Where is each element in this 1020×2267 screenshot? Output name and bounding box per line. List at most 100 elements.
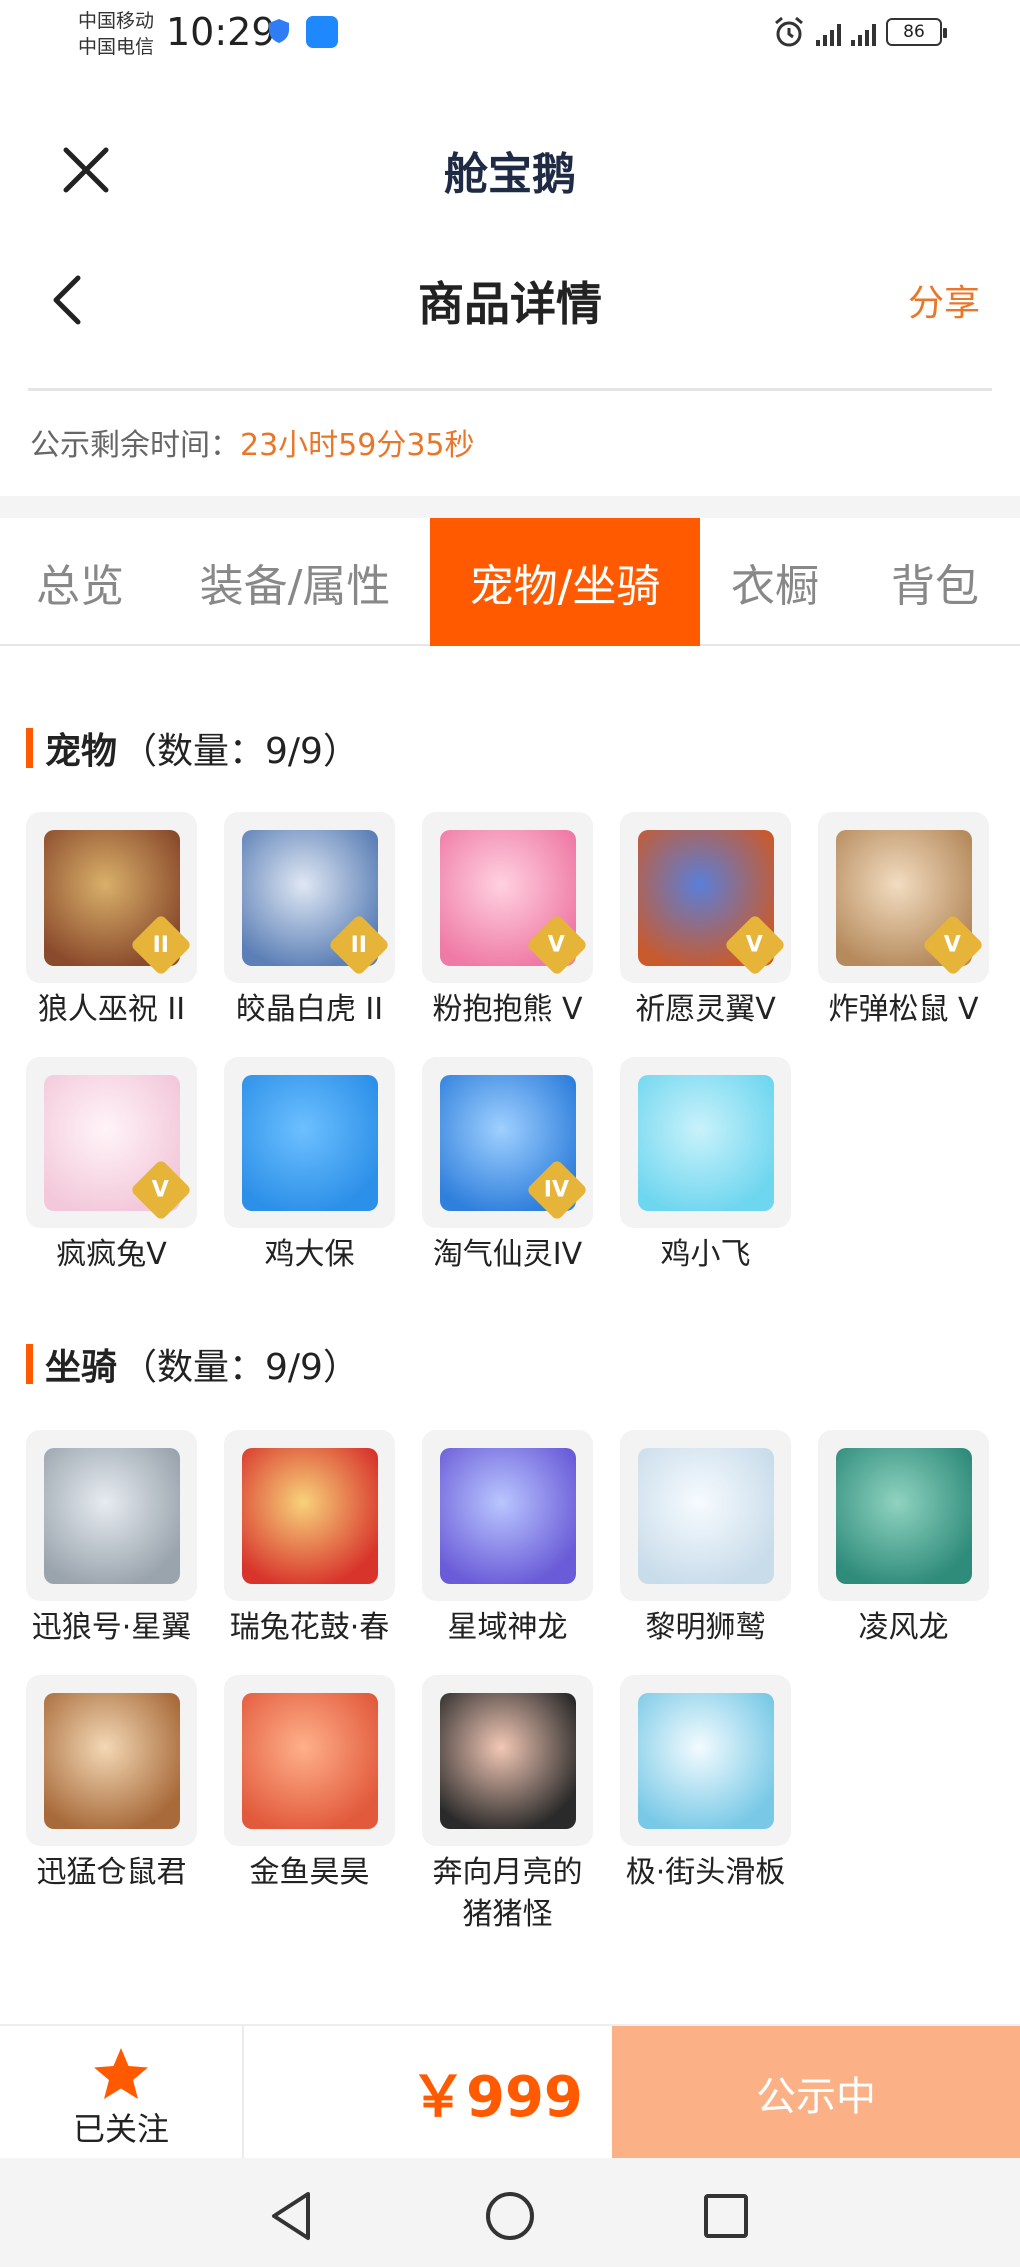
carrier-2: 中国电信 [78, 36, 155, 58]
pet-item[interactable]: V 炸弹松鼠 V [818, 812, 989, 1031]
mount-item[interactable]: 星域神龙 [422, 1430, 593, 1649]
pet-item[interactable]: IV 淘气仙灵IV [422, 1057, 593, 1276]
nav-recents-icon[interactable] [696, 2186, 756, 2246]
mount-item[interactable]: 迅狼号·星翼 [26, 1430, 197, 1649]
mount-name: 黎明狮鹫 [645, 1610, 766, 1645]
mount-thumbnail [224, 1430, 395, 1601]
pet-name: 鸡大保 [264, 1237, 355, 1272]
mount-item[interactable]: 金鱼昊昊 [224, 1675, 395, 1936]
pets-section-title: 宠物 （数量：9/9） [26, 722, 359, 774]
pet-name: 淘气仙灵IV [432, 1237, 583, 1272]
page-header: 商品详情 分享 [0, 250, 1020, 350]
mount-thumbnail [620, 1675, 791, 1846]
mount-name: 瑞兔花鼓·春 [229, 1610, 390, 1645]
pet-item[interactable]: 鸡小飞 [620, 1057, 791, 1276]
carrier-info: 中国移动 中国电信 [78, 8, 154, 60]
mount-name: 迅猛仓鼠君 [36, 1855, 187, 1890]
mount-name: 奔向月亮的猪猪怪 [432, 1855, 583, 1932]
tab-bar: 总览 装备/属性 宠物/坐骑 衣橱 背包 [0, 518, 1020, 646]
page-title: 商品详情 [418, 277, 602, 331]
pet-thumbnail [620, 1057, 791, 1228]
pets-grid: II 狼人巫祝 II II 皎晶白虎 II V 粉抱抱熊 V V 祈愿灵翼V V 炸弹松鼠 V V 疯… [26, 812, 996, 1276]
countdown: 公示剩余时间：23小时59分35秒 [30, 420, 475, 464]
section-marker [26, 728, 33, 768]
mount-item[interactable]: 奔向月亮的猪猪怪 [422, 1675, 593, 1936]
mount-item[interactable]: 迅猛仓鼠君 [26, 1675, 197, 1936]
publicity-button[interactable]: 公示中 [612, 2026, 1020, 2160]
mount-name: 极·街头滑板 [625, 1855, 786, 1890]
nav-home-icon[interactable] [480, 2186, 540, 2246]
star-icon [94, 2048, 148, 2099]
app-bar: 舱宝鹅 [0, 110, 1020, 220]
tab-pets-mounts[interactable]: 宠物/坐骑 [430, 518, 700, 646]
mount-item[interactable]: 凌风龙 [818, 1430, 989, 1649]
pet-item[interactable]: V 粉抱抱熊 V [422, 812, 593, 1031]
divider [28, 388, 992, 391]
tier-label: IV [544, 1177, 570, 1203]
pet-item[interactable]: V 疯疯兔V [26, 1057, 197, 1276]
mount-thumbnail [620, 1430, 791, 1601]
pet-thumbnail: II [224, 812, 395, 983]
mount-thumbnail [26, 1430, 197, 1601]
pet-thumbnail: II [26, 812, 197, 983]
tier-label: V [548, 932, 566, 958]
tier-label: V [152, 1177, 170, 1203]
tier-label: V [944, 932, 962, 958]
mounts-section-title: 坐骑 （数量：9/9） [26, 1338, 359, 1390]
pet-name: 鸡小飞 [660, 1237, 751, 1272]
tier-label: II [350, 932, 368, 958]
mount-thumbnail [26, 1675, 197, 1846]
mount-image [241, 1692, 378, 1829]
mounts-grid: 迅狼号·星翼 瑞兔花鼓·春 星域神龙 黎明狮鹫 凌风龙迅猛仓鼠君 金鱼昊昊 奔向月亮的猪猪怪… [26, 1430, 996, 1936]
price: ￥999 [410, 2065, 583, 2130]
signal-1-icon [816, 18, 841, 46]
pet-item[interactable]: II 皎晶白虎 II [224, 812, 395, 1031]
pet-thumbnail: V [26, 1057, 197, 1228]
mount-name: 星域神龙 [447, 1610, 568, 1645]
status-right: 86 [772, 14, 947, 50]
signal-2-icon [851, 18, 876, 46]
tab-wardrobe[interactable]: 衣橱 [700, 518, 850, 646]
pets-title: 宠物 [45, 731, 118, 772]
mount-image [835, 1447, 972, 1584]
mount-thumbnail [818, 1430, 989, 1601]
battery-icon: 86 [886, 18, 947, 46]
mount-item[interactable]: 黎明狮鹫 [620, 1430, 791, 1649]
mount-image [241, 1447, 378, 1584]
pet-item[interactable]: 鸡大保 [224, 1057, 395, 1276]
pet-thumbnail: V [620, 812, 791, 983]
status-bar: 中国移动 中国电信 10:29 86 [0, 0, 1020, 68]
mount-thumbnail [422, 1675, 593, 1846]
tier-label: V [746, 932, 764, 958]
pet-item[interactable]: II 狼人巫祝 II [26, 812, 197, 1031]
pet-item[interactable]: V 祈愿灵翼V [620, 812, 791, 1031]
section-marker [26, 1344, 33, 1384]
tab-equipment[interactable]: 装备/属性 [160, 518, 430, 646]
tab-overview[interactable]: 总览 [0, 518, 160, 646]
carrier-1: 中国移动 [78, 10, 155, 32]
mount-image [439, 1447, 576, 1584]
mount-item[interactable]: 瑞兔花鼓·春 [224, 1430, 395, 1649]
mount-name: 金鱼昊昊 [249, 1855, 370, 1890]
tab-backpack[interactable]: 背包 [850, 518, 1020, 646]
mount-image [439, 1692, 576, 1829]
share-button[interactable]: 分享 [908, 274, 980, 326]
countdown-value: 23小时59分35秒 [240, 428, 475, 463]
mounts-count: （数量：9/9） [121, 1347, 359, 1388]
divider [242, 2026, 244, 2160]
nav-back-icon[interactable] [262, 2186, 322, 2246]
mount-item[interactable]: 极·街头滑板 [620, 1675, 791, 1936]
pet-name: 炸弹松鼠 V [828, 992, 979, 1027]
pet-thumbnail [224, 1057, 395, 1228]
pet-image [241, 1074, 378, 1211]
mount-thumbnail [422, 1430, 593, 1601]
pet-name: 疯疯兔V [56, 1237, 167, 1272]
countdown-label: 公示剩余时间： [30, 428, 240, 463]
follow-label: 已关注 [72, 2110, 169, 2148]
follow-button[interactable]: 已关注 [0, 2026, 242, 2160]
alarm-icon [775, 16, 803, 47]
mount-name: 凌风龙 [858, 1610, 949, 1645]
mount-thumbnail [224, 1675, 395, 1846]
mount-name: 迅狼号·星翼 [31, 1610, 192, 1645]
mount-image [43, 1447, 180, 1584]
